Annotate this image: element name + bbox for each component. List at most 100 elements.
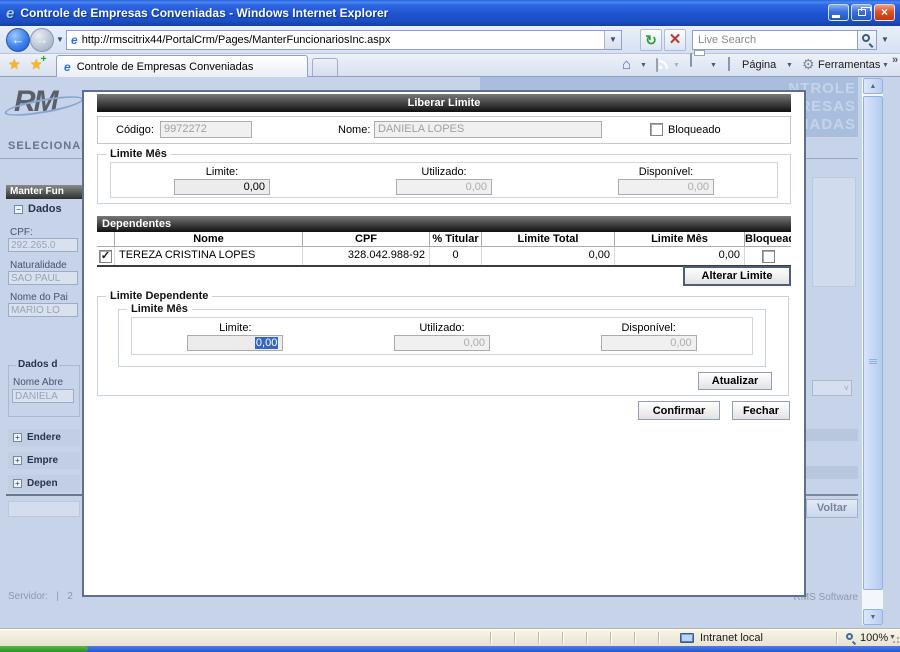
col-titular: % Titular	[430, 232, 482, 246]
browser-window: e Controle de Empresas Conveniadas - Win…	[0, 0, 900, 652]
expander-label: Endere	[27, 432, 61, 443]
expand-icon[interactable]: +	[13, 479, 22, 488]
home-button[interactable]: ⌂	[622, 57, 631, 72]
forward-button[interactable]: →	[30, 28, 54, 52]
status-divider	[836, 632, 838, 644]
codigo-field: 9972272	[160, 121, 252, 138]
nome-field: DANIELA LOPES	[374, 121, 602, 138]
resize-grip[interactable]	[891, 637, 899, 645]
search-button[interactable]	[857, 30, 877, 50]
expander-label: Empre	[27, 455, 59, 466]
dependentes-table: Nome CPF % Titular Limite Total Limite M…	[97, 232, 791, 267]
tools-menu[interactable]: Ferramentas	[818, 59, 880, 71]
tools-menu-label: Ferramentas	[818, 59, 881, 71]
expander-label: Depen	[27, 478, 58, 489]
close-button[interactable]: ×	[874, 4, 895, 21]
limite-mes-fields: Limite: 0,00 Utilizado: 0,00 Disponível:…	[110, 162, 778, 198]
expand-icon[interactable]: +	[13, 433, 22, 442]
minimize-icon	[832, 15, 840, 18]
minimize-button[interactable]	[828, 4, 849, 21]
rss-feed-icon	[656, 58, 658, 72]
address-dropdown-icon[interactable]: ▼	[604, 31, 621, 49]
row-select-checkbox[interactable]: ✓	[99, 249, 112, 263]
confirmar-button[interactable]: Confirmar	[638, 401, 720, 420]
tools-caret-icon[interactable]: ▼	[882, 62, 889, 69]
page-caret-icon[interactable]: ▼	[786, 62, 793, 69]
bg-bar	[800, 466, 858, 479]
bloqueado-checkbox[interactable]	[650, 123, 663, 136]
new-tab-stub[interactable]	[312, 58, 338, 76]
ie-logo-icon: e	[6, 4, 15, 22]
row-bloqueado-checkbox[interactable]	[761, 249, 775, 263]
address-toolbar: ← → ▼ e http://rmscitrix44/PortalCrm/Pag…	[0, 26, 900, 54]
scrollbar-thumb[interactable]	[863, 96, 883, 590]
tab-title: Controle de Empresas Conveniadas	[76, 60, 254, 73]
zoom-level[interactable]: 100%	[860, 632, 888, 644]
limite-input[interactable]: 0,00	[174, 178, 270, 195]
search-options-caret-icon[interactable]: ▼	[877, 30, 893, 50]
print-caret-icon[interactable]: ▼	[710, 62, 717, 69]
add-favorite-icon[interactable]: ★ +	[30, 54, 47, 73]
disponivel-input: 0,00	[618, 178, 714, 195]
cell-titular: 0	[430, 247, 482, 265]
status-divider	[562, 632, 564, 644]
collapse-icon[interactable]: −	[14, 205, 23, 214]
close-icon: ×	[880, 5, 888, 19]
status-divider	[610, 632, 612, 644]
table-row[interactable]: ✓ TEREZA CRISTINA LOPES 328.042.988-92 0…	[97, 247, 791, 265]
start-button-fragment[interactable]	[0, 646, 88, 652]
search-placeholder: Live Search	[698, 34, 757, 46]
bg-cpf-field: 292.265.0	[8, 238, 78, 252]
atualizar-button[interactable]: Atualizar	[698, 372, 772, 390]
alterar-limite-button[interactable]: Alterar Limite	[683, 266, 791, 286]
feed-caret-icon: ▼	[673, 62, 680, 69]
expander-dependentes[interactable]: + Depen	[8, 475, 80, 492]
servidor-status: Servidor: | 2	[8, 591, 73, 602]
refresh-button[interactable]: ↻	[640, 29, 662, 51]
vertical-scrollbar[interactable]: ▲ ▼	[861, 78, 883, 625]
tab-favicon-icon: e	[64, 59, 71, 74]
voltar-button[interactable]: Voltar	[806, 499, 858, 518]
tab-bar: ★ ★ + e Controle de Empresas Conveniadas …	[0, 53, 900, 77]
address-field[interactable]: e http://rmscitrix44/PortalCrm/Pages/Man…	[66, 30, 622, 50]
search-input[interactable]: Live Search	[692, 30, 858, 50]
back-button[interactable]: ←	[6, 28, 30, 52]
tools-menu-icon[interactable]: ⚙	[802, 57, 815, 72]
limite-dependente-fieldset: Limite Dependente Limite Mês Limite: 0,0…	[97, 290, 789, 396]
limite-dependente-input[interactable]: 0,00	[187, 334, 284, 351]
expand-icon[interactable]: +	[13, 456, 22, 465]
print-button[interactable]	[690, 53, 692, 67]
nav-history-caret-icon[interactable]: ▼	[56, 35, 64, 44]
page-icon	[728, 57, 730, 71]
limite-dependente-fields: Limite: 0,00 Utilizado: 0,00 Disponível:…	[131, 317, 753, 355]
cell-limite-total: 0,00	[482, 247, 615, 265]
page-menu[interactable]: Página	[742, 59, 776, 71]
limite-mes-fieldset: Limite Mês Limite: 0,00 Utilizado: 0,00 …	[97, 148, 791, 204]
fechar-button[interactable]: Fechar	[732, 401, 790, 420]
feed-button[interactable]	[656, 58, 658, 72]
status-divider	[634, 632, 636, 644]
tab-active[interactable]: e Controle de Empresas Conveniadas	[56, 55, 308, 77]
favorites-star-icon[interactable]: ★	[8, 56, 21, 73]
page-menu-icon[interactable]	[728, 57, 730, 71]
restore-icon	[857, 7, 871, 16]
restore-button[interactable]	[851, 4, 872, 21]
bg-chip	[8, 501, 80, 517]
utilizado-input: 0,00	[396, 178, 492, 195]
scroll-down-button[interactable]: ▼	[863, 609, 883, 625]
limite-mes-legend: Limite Mês	[106, 148, 171, 160]
arrow-up-icon: ▲	[869, 83, 877, 90]
page-content: NTROLE MPRESAS ENIADAS RM SELECIONAR Man…	[0, 77, 900, 628]
bg-cpf-label: CPF:	[10, 227, 33, 238]
expander-endereco[interactable]: + Endere	[8, 429, 80, 446]
divider	[6, 494, 82, 496]
expander-empresa[interactable]: + Empre	[8, 452, 80, 469]
limite-dependente-legend: Limite Dependente	[106, 290, 213, 302]
scroll-up-button[interactable]: ▲	[863, 78, 883, 94]
stop-button[interactable]: ✕	[664, 29, 686, 51]
home-caret-icon[interactable]: ▼	[640, 62, 647, 69]
printer-icon	[690, 53, 692, 67]
toolbar-overflow-chevron[interactable]: »	[892, 54, 898, 66]
bg-nome-abre-label: Nome Abre	[13, 377, 64, 388]
plus-icon: +	[40, 54, 47, 65]
